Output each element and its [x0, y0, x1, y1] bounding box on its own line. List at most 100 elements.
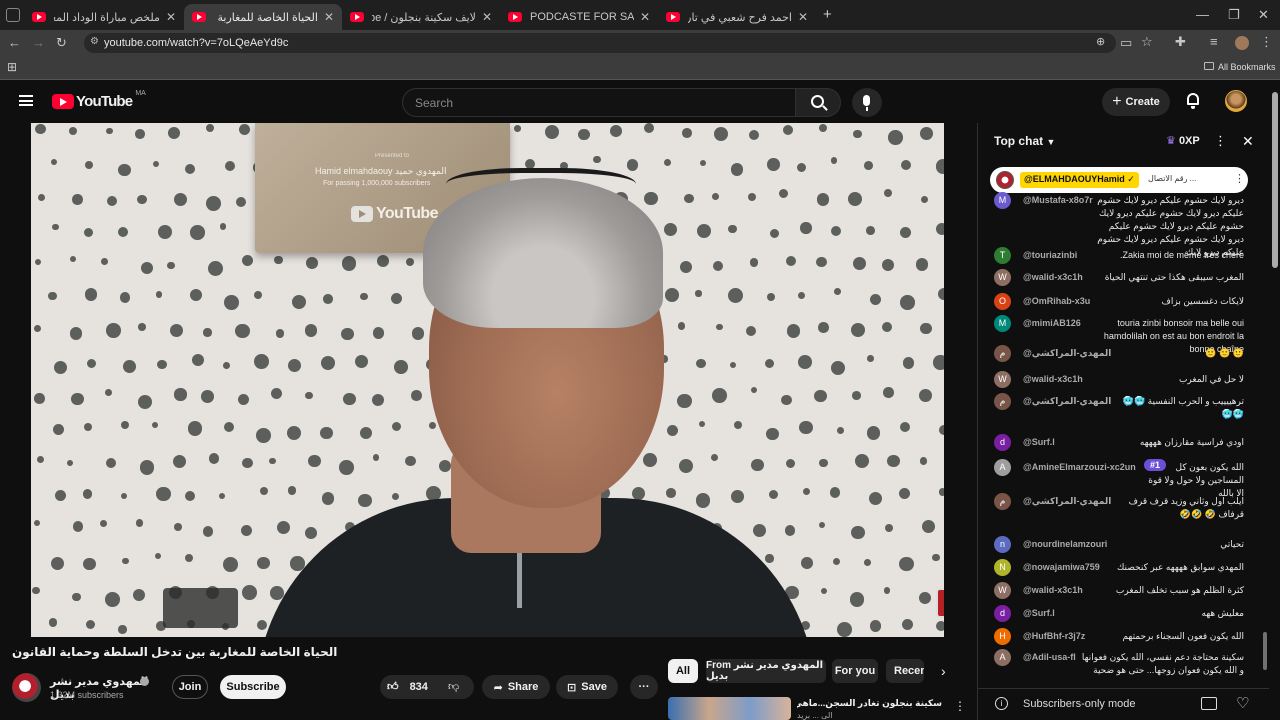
browser-menu-icon[interactable]: ⋮ [1260, 34, 1273, 50]
more-actions-button[interactable]: ··· [630, 675, 658, 699]
notifications-bell-icon[interactable] [1186, 93, 1200, 109]
chat-author-avatar[interactable]: d [994, 434, 1011, 451]
chat-author-avatar[interactable]: M [994, 315, 1011, 332]
chat-author-name[interactable]: @walid-x3c1h [1023, 271, 1083, 284]
forward-icon[interactable]: → [32, 35, 45, 50]
recommended-title[interactable]: سكينة بنجلون تغادر السجن...ماهي الدروس [797, 698, 942, 709]
browser-tab[interactable]: لايف سكينة بنجلون / YouTube - ✕ [342, 4, 500, 30]
chat-author-name[interactable]: @walid-x3c1h [1023, 373, 1083, 386]
create-button[interactable]: + Create [1102, 88, 1170, 116]
apps-grid-icon[interactable]: ⊞ [7, 60, 17, 74]
chat-author-avatar[interactable]: O [994, 293, 1011, 310]
chat-author-name[interactable]: @touriazinbi [1023, 249, 1077, 262]
chat-author-name[interactable]: @Surf.l [1023, 436, 1055, 449]
tab-close-icon[interactable]: ✕ [798, 10, 808, 24]
channel-avatar[interactable] [12, 673, 41, 702]
minimize-icon[interactable]: — [1196, 7, 1209, 22]
chat-author-avatar[interactable]: م [994, 493, 1011, 510]
chat-author-name[interactable]: @HufBhf-r3j7z [1023, 630, 1085, 643]
channel-watermark-icon[interactable] [936, 588, 944, 618]
tab-close-icon[interactable]: ✕ [482, 10, 492, 24]
chat-author-avatar[interactable]: W [994, 371, 1011, 388]
join-button[interactable]: Join [172, 675, 208, 699]
info-icon[interactable]: i [995, 697, 1008, 710]
dislike-button[interactable]: 👎︎ [448, 680, 459, 693]
super-chat-icon[interactable] [1201, 697, 1217, 710]
browser-tab[interactable]: احمد فرح شعبي في تاريخ السينا ✕ [658, 4, 816, 30]
chat-author-name[interactable]: @Adil-usa-fl [1023, 651, 1076, 664]
reload-icon[interactable]: ↻ [56, 35, 67, 51]
account-avatar[interactable] [1225, 90, 1247, 112]
save-button[interactable]: ⊡ Save [556, 675, 618, 699]
media-icon[interactable]: ≡ [1210, 34, 1218, 49]
heart-icon[interactable]: ♡ [1236, 694, 1249, 712]
tab-close-icon[interactable]: ✕ [324, 10, 334, 24]
chat-mode-dropdown[interactable]: Top chat ▼ [994, 134, 1055, 148]
page-scrollbar[interactable] [1272, 92, 1278, 268]
pinned-message[interactable]: @ELMAHDAOUYHamid ✓ ... رقم الاتصال ⋮ [990, 167, 1248, 193]
chat-author-name[interactable]: @AmineElmarzouzi-xc2un [1023, 461, 1136, 474]
chat-author-name[interactable]: @المهدي-المراكشي [1023, 495, 1111, 508]
browser-tab-active[interactable]: الحياة الخاصة للمغاربة بين تدخل ✕ [184, 4, 342, 30]
back-icon[interactable]: ← [8, 35, 21, 50]
recommended-thumbnail[interactable] [668, 697, 791, 720]
new-tab-button[interactable]: + [823, 6, 832, 23]
chat-author-name[interactable]: @Surf.l [1023, 607, 1055, 620]
chat-author-name[interactable]: @Mustafa-x8o7r [1023, 194, 1093, 207]
chat-author-name[interactable]: @المهدي-المراكشي [1023, 395, 1111, 408]
hamburger-menu-icon[interactable] [19, 95, 33, 106]
chat-author-avatar[interactable]: W [994, 269, 1011, 286]
close-window-icon[interactable]: ✕ [1258, 7, 1269, 23]
share-button[interactable]: ➦ Share [482, 675, 550, 699]
filter-chip-all[interactable]: All [668, 659, 698, 683]
filter-chip-from-channel[interactable]: From المهدوي مدير نشر بديل [706, 659, 826, 683]
cast-icon[interactable]: ▭ [1120, 35, 1132, 51]
browser-tab[interactable]: PODCASTE FOR SALE - Bassou ✕ [500, 4, 658, 30]
tab-search-icon[interactable] [6, 8, 20, 22]
filter-chip-recent[interactable]: Recen [886, 659, 924, 683]
like-button[interactable]: 👍︎ 834 [387, 680, 428, 693]
subscribe-button[interactable]: Subscribe [220, 675, 286, 699]
chat-author-name[interactable]: @المهدي-المراكشي [1023, 347, 1111, 360]
extensions-icon[interactable]: ✚ [1175, 34, 1186, 50]
chat-author-avatar[interactable]: م [994, 393, 1011, 410]
close-chat-icon[interactable]: ✕ [1242, 133, 1254, 150]
recommended-menu-icon[interactable]: ⋮ [954, 699, 966, 713]
chat-author-avatar[interactable]: H [994, 628, 1011, 645]
chat-author-name[interactable]: @mimiAB126 [1023, 317, 1081, 330]
pinned-menu-icon[interactable]: ⋮ [1234, 172, 1245, 185]
xp-badge[interactable]: ♛ 0XP [1166, 134, 1200, 147]
profile-avatar[interactable] [1235, 36, 1249, 50]
all-bookmarks-folder[interactable]: All Bookmarks [1204, 62, 1276, 72]
filter-chip-for-you[interactable]: For you [832, 659, 878, 683]
maximize-icon[interactable]: ❐ [1228, 7, 1240, 23]
zoom-icon[interactable]: ⊕ [1096, 35, 1105, 48]
youtube-logo[interactable]: YouTube MA [52, 90, 146, 110]
bookmark-star-icon[interactable]: ☆ [1141, 34, 1153, 50]
chat-author-name[interactable]: @OmRihab-x3u [1023, 295, 1090, 308]
chat-author-avatar[interactable]: T [994, 247, 1011, 264]
chat-author-avatar[interactable]: d [994, 605, 1011, 622]
chat-author-avatar[interactable]: A [994, 459, 1011, 476]
tab-close-icon[interactable]: ✕ [166, 10, 176, 24]
voice-search-button[interactable] [852, 88, 882, 117]
chat-author-avatar[interactable]: م [994, 345, 1011, 362]
chat-author-avatar[interactable]: M [994, 192, 1011, 209]
chat-author-avatar[interactable]: A [994, 649, 1011, 666]
chat-author-name[interactable]: @nourdinelamzouri [1023, 538, 1107, 551]
tab-close-icon[interactable]: ✕ [640, 10, 650, 24]
browser-tab[interactable]: ملخص مباراة الوداد المغربي و أو ✕ [24, 4, 184, 30]
chat-author-name[interactable]: @nowajamiwa759 [1023, 561, 1100, 574]
chat-menu-icon[interactable]: ⋮ [1214, 133, 1227, 149]
chat-author-avatar[interactable]: W [994, 582, 1011, 599]
chevron-right-icon[interactable]: › [941, 663, 946, 679]
url-field[interactable]: ⚙ youtube.com/watch?v=7oLQeAeYd9c ⊕ [84, 33, 1116, 53]
site-info-icon[interactable]: ⚙ [90, 36, 99, 47]
search-button[interactable] [795, 88, 841, 117]
chat-author-avatar[interactable]: N [994, 559, 1011, 576]
chat-scrollbar[interactable] [1263, 632, 1267, 670]
search-input[interactable]: Search [402, 88, 796, 117]
chat-author-avatar[interactable]: n [994, 536, 1011, 553]
video-player[interactable]: Presented to Hamid elmahdaouy المهدوي حم… [31, 123, 944, 637]
chat-author-name[interactable]: @walid-x3c1h [1023, 584, 1083, 597]
